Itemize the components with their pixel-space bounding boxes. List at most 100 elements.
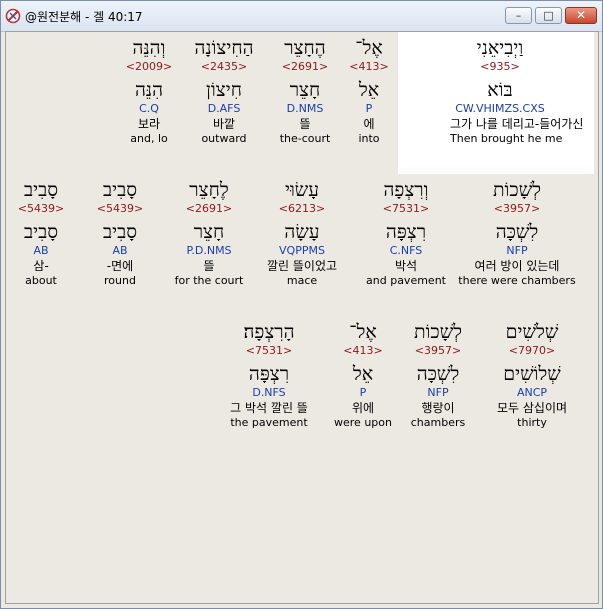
hebrew-word: אֶל־ <box>349 321 377 343</box>
word-cell[interactable]: וְרִצְפָה <7531> רִצְפָּה C.NFS 박석 and p… <box>356 178 456 288</box>
minimize-button[interactable]: – <box>505 7 532 24</box>
strong-number[interactable]: <413> <box>326 344 400 358</box>
strong-number[interactable]: <935> <box>450 60 550 74</box>
main-window: @원전분해 - 겔 40:17 – □ ✕ וַיְבִיאֵנִי <935>… <box>0 0 603 609</box>
word-cell[interactable]: לֶחָצֵר <2691> חָצֵר P.D.NMS 뜰 for the c… <box>164 178 254 288</box>
korean-gloss: 깔린 뜰이었고 <box>266 259 338 273</box>
word-cell[interactable]: עָשׂוּי <6213> עָשָׂה VQPPMS 깔린 뜰이었고 mac… <box>254 178 350 288</box>
morphology: P.D.NMS <box>186 244 232 257</box>
english-gloss: about <box>25 274 57 287</box>
strong-number[interactable]: <2009> <box>116 60 182 74</box>
morphology: D.NMS <box>286 102 324 115</box>
app-icon <box>5 8 21 24</box>
strong-number[interactable]: <3957> <box>398 344 478 358</box>
english-gloss: and, lo <box>130 132 168 145</box>
hebrew-word: וְהִנֵּה <box>132 37 166 59</box>
hebrew-word: וְרִצְפָה <box>383 179 429 201</box>
lemma: רִצְפָּה <box>385 221 427 243</box>
english-gloss: the pavement <box>230 416 308 429</box>
hebrew-word: לֶחָצֵר <box>189 179 229 201</box>
close-icon: ✕ <box>575 8 587 22</box>
strong-number[interactable]: <5439> <box>82 202 158 216</box>
window-title: @원전분해 - 겔 40:17 <box>25 10 143 24</box>
hebrew-word: וַיְבִיאֵנִי <box>476 37 524 59</box>
word-cell[interactable]: וְהִנֵּה <2009> הִנֵּה C.Q 보라 and, lo <box>116 36 182 146</box>
morphology: P <box>359 386 367 399</box>
english-gloss: there were chambers <box>458 274 576 287</box>
word-cell[interactable]: אֶל־ <413> אֵל P 위에 were upon <box>326 320 400 430</box>
english-gloss: thirty <box>517 416 547 429</box>
english-gloss: Then brought he me <box>450 132 563 145</box>
hebrew-word: סָבִיב <box>23 179 59 201</box>
word-cell[interactable]: שְׁלֹשִׁים <7970> שְׁלוֹשִׁים ANCP 모두 삼십… <box>482 320 582 430</box>
hebrew-word: הֶחָצֵר <box>284 37 326 59</box>
strong-number[interactable]: <2691> <box>262 60 348 74</box>
strong-number[interactable]: <2435> <box>176 60 272 74</box>
morphology: AB <box>33 244 49 257</box>
morphology: AB <box>112 244 128 257</box>
title-bar[interactable]: @원전분해 - 겔 40:17 – □ ✕ <box>1 1 602 32</box>
word-cell[interactable]: לְשָׁכוֹת <3957> לִשְׁכָּה NFP 행랑이 chamb… <box>398 320 478 430</box>
korean-gloss: 그가 나를 데리고-들어가신 <box>450 117 584 131</box>
strong-number[interactable]: <2691> <box>164 202 254 216</box>
morphology: C.NFS <box>389 244 423 257</box>
strong-number[interactable]: <5439> <box>6 202 76 216</box>
english-gloss: for the court <box>174 274 244 287</box>
morphology: NFP <box>427 386 449 399</box>
strong-number[interactable]: <7531> <box>214 344 324 358</box>
english-gloss: round <box>104 274 136 287</box>
strong-number[interactable]: <3957> <box>452 202 582 216</box>
hebrew-word: שְׁלֹשִׁים <box>505 321 559 343</box>
english-gloss: the-court <box>279 132 331 145</box>
close-button[interactable]: ✕ <box>565 7 597 24</box>
strong-number[interactable]: <6213> <box>254 202 350 216</box>
morphology: VQPPMS <box>279 244 325 257</box>
morphology: ANCP <box>516 386 548 399</box>
lemma: רִצְפָּה <box>248 363 290 385</box>
english-gloss: and pavement <box>366 274 446 287</box>
morphology: CW.VHIMZS.CXS <box>455 102 545 115</box>
korean-gloss: 위에 <box>351 401 375 415</box>
morphology: NFP <box>506 244 528 257</box>
strong-number[interactable]: <7970> <box>482 344 582 358</box>
lemma: שְׁלוֹשִׁים <box>503 363 561 385</box>
morphology: D.NFS <box>252 386 286 399</box>
word-cell[interactable]: סָבִיב <5439> סָבִיב AB 삼- about <box>6 178 76 288</box>
word-cell[interactable]: לְשָׁכוֹת <3957> לִשְׁכָּה NFP 여러 방이 있는데… <box>452 178 582 288</box>
hebrew-word: עָשׂוּי <box>284 179 320 201</box>
korean-gloss: 여러 방이 있는데 <box>474 259 560 273</box>
english-gloss: chambers <box>410 416 466 429</box>
hebrew-word: סָבִיב <box>102 179 138 201</box>
korean-gloss: 그 박석 깔린 뜰 <box>230 401 308 415</box>
lemma: הִנֵּה <box>134 79 164 101</box>
lemma: בּוֹא <box>487 79 513 101</box>
morphology: D.AFS <box>207 102 241 115</box>
word-cell[interactable]: הֶחָצֵר <2691> חָצֵר D.NMS 뜰 the-court <box>262 36 348 146</box>
lemma: לִשְׁכָּה <box>495 221 539 243</box>
word-cell[interactable]: הָרִצְפָה׃ <7531> רִצְפָּה D.NFS 그 박석 깔린… <box>214 320 324 430</box>
korean-gloss: 바깥 <box>212 117 236 131</box>
interlinear-panel[interactable]: וַיְבִיאֵנִי <935> בּוֹא CW.VHIMZS.CXS 그… <box>5 31 599 604</box>
lemma: חִיצוֹן <box>206 79 242 101</box>
korean-gloss: 행랑이 <box>421 401 455 415</box>
english-gloss: were upon <box>334 416 392 429</box>
hebrew-word: לְשָׁכוֹת <box>413 321 463 343</box>
morphology: C.Q <box>139 102 159 115</box>
lemma: חָצֵר <box>193 221 225 243</box>
english-gloss: mace <box>286 274 318 287</box>
lemma: עָשָׂה <box>284 221 320 243</box>
minimize-icon: – <box>515 9 522 22</box>
word-cell[interactable]: סָבִיב <5439> סָבִיב AB -면에 round <box>82 178 158 288</box>
maximize-button[interactable]: □ <box>535 7 562 24</box>
korean-gloss: 뜰 <box>299 117 311 131</box>
korean-gloss: 보라 <box>137 117 161 131</box>
korean-gloss: 박석 <box>394 259 418 273</box>
maximize-icon: □ <box>543 9 554 22</box>
korean-gloss: 뜰 <box>203 259 215 273</box>
strong-number[interactable]: <7531> <box>356 202 456 216</box>
hebrew-word: הַחִיצוֹנָה <box>194 37 254 59</box>
lemma: לִשְׁכָּה <box>416 363 460 385</box>
hebrew-word: הָרִצְפָה׃ <box>243 321 295 343</box>
word-cell[interactable]: וַיְבִיאֵנִי <935> בּוֹא CW.VHIMZS.CXS 그… <box>450 36 584 146</box>
word-cell[interactable]: הַחִיצוֹנָה <2435> חִיצוֹן D.AFS 바깥 outw… <box>176 36 272 146</box>
